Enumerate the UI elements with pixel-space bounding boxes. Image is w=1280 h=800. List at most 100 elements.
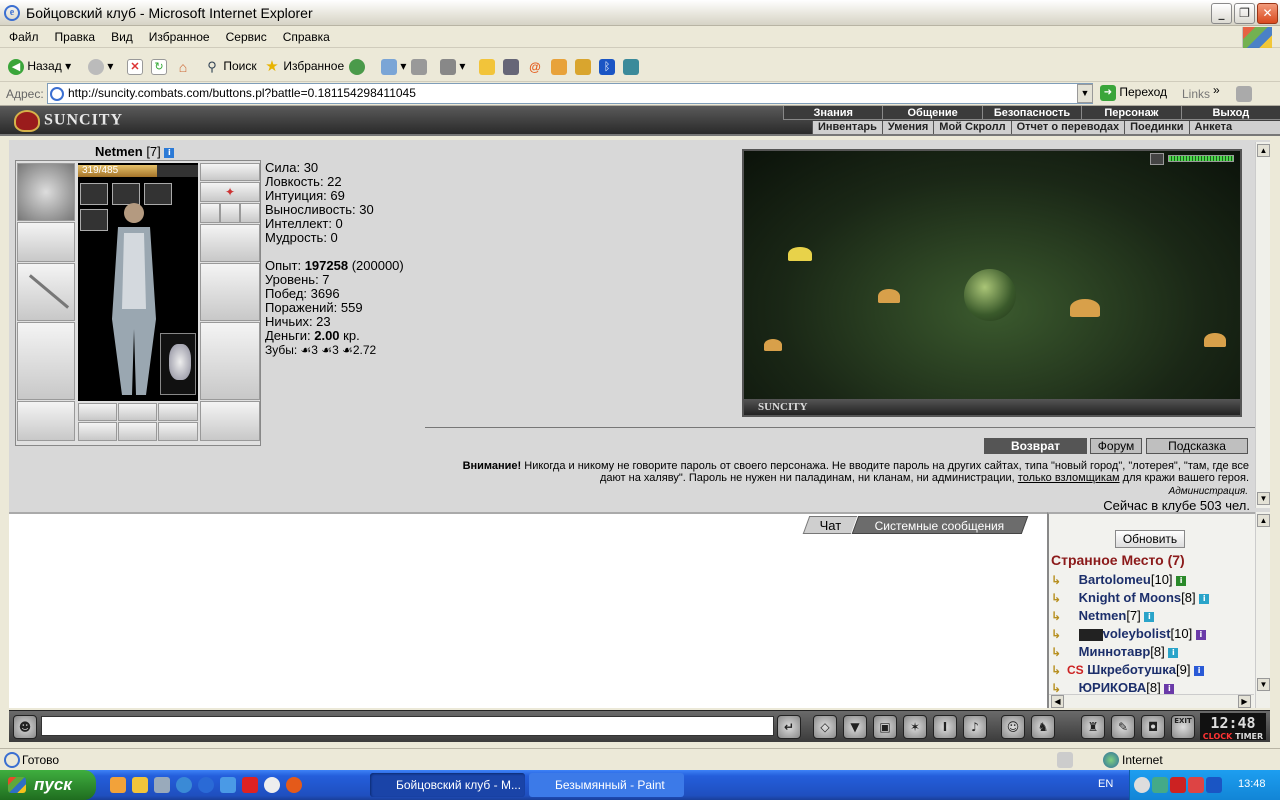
scroll-slot-5[interactable]	[118, 422, 157, 441]
mail-button[interactable]: ▾	[381, 55, 406, 77]
map-icon[interactable]: ✎	[1111, 715, 1135, 739]
crystal-orb[interactable]	[964, 269, 1016, 321]
tray-icon[interactable]	[1134, 777, 1150, 793]
close-button[interactable]: ✕	[1257, 3, 1278, 24]
helmet-slot[interactable]	[17, 163, 75, 221]
nav-duels[interactable]: Поединки	[1124, 121, 1188, 134]
nav-my-scroll[interactable]: Мой Скролл	[933, 121, 1010, 134]
favorites-button[interactable]: ★ Избранное	[264, 55, 344, 77]
nav-character[interactable]: Персонаж	[1081, 106, 1180, 119]
task-paint[interactable]: Безымянный - Paint	[529, 773, 684, 797]
bluetooth-tray-icon[interactable]	[1206, 777, 1222, 793]
print-button[interactable]	[411, 55, 427, 77]
private-arrow-icon[interactable]: ↳	[1051, 663, 1067, 677]
amulet-slot[interactable]: ✦	[200, 182, 260, 202]
tool-button-3[interactable]	[623, 55, 639, 77]
bluetooth-button[interactable]: ᛒ	[599, 55, 615, 77]
tab-chat[interactable]: Чат	[802, 516, 858, 534]
tab-system-messages[interactable]: Системные сообщения	[851, 516, 1029, 534]
ring-slot-2[interactable]	[220, 203, 240, 223]
fight-icon[interactable]: ✶	[903, 715, 927, 739]
nav-knowledge[interactable]: Знания	[783, 106, 882, 119]
translit-icon[interactable]: Ⅰ	[933, 715, 957, 739]
users-hscrollbar[interactable]: ◀ ▶	[1049, 694, 1254, 708]
nav-inventory[interactable]: Инвентарь	[812, 121, 882, 134]
nav-security[interactable]: Безопасность	[981, 106, 1081, 119]
pet-slot[interactable]	[160, 333, 196, 395]
home-button[interactable]: ⌂	[175, 55, 191, 77]
buff-slot-4[interactable]	[80, 209, 108, 231]
maximize-button[interactable]: ❐	[1234, 3, 1255, 24]
ring-slot-3[interactable]	[240, 203, 260, 223]
lock-icon[interactable]: ◘	[1141, 715, 1165, 739]
tray-icon[interactable]	[1152, 777, 1168, 793]
private-arrow-icon[interactable]: ↳	[1051, 645, 1075, 659]
edit-button[interactable]: ▾	[440, 55, 465, 77]
start-button[interactable]: пуск	[0, 770, 96, 800]
nav-communication[interactable]: Общение	[882, 106, 981, 119]
weapon-slot[interactable]	[17, 263, 75, 321]
quicklaunch-icon[interactable]	[220, 777, 236, 793]
sound-icon[interactable]: ♪	[963, 715, 987, 739]
bag-icon[interactable]: ♜	[1081, 715, 1105, 739]
info-icon[interactable]: i	[1168, 647, 1179, 658]
links-chevron-icon[interactable]: »	[1213, 83, 1220, 97]
bracers-slot[interactable]	[17, 222, 75, 262]
scroll-up-icon[interactable]: ▲	[1257, 144, 1270, 157]
back-button[interactable]: ◀ Назад ▾	[8, 55, 71, 77]
quicklaunch-icon[interactable]	[176, 777, 192, 793]
ie-quicklaunch-icon[interactable]	[198, 777, 214, 793]
menu-favorites[interactable]: Избранное	[140, 26, 217, 44]
private-arrow-icon[interactable]: ↳	[1051, 573, 1075, 587]
scroll-slot-1[interactable]	[78, 403, 117, 421]
hint-button[interactable]: Подсказка	[1146, 438, 1248, 454]
quicklaunch-icon[interactable]	[286, 777, 302, 793]
send-icon[interactable]: ↵	[777, 715, 801, 739]
private-arrow-icon[interactable]: ↳	[1051, 591, 1075, 605]
belt-slot[interactable]	[17, 401, 75, 441]
user-row[interactable]: ↳ Knight of Moons[8] i	[1051, 590, 1210, 608]
user-row[interactable]: ↳ CS Шкреботушка[9] i	[1051, 662, 1205, 680]
menu-help[interactable]: Справка	[274, 26, 337, 44]
earring-slot[interactable]	[200, 163, 260, 181]
nav-exit[interactable]: Выход	[1180, 106, 1280, 119]
main-scrollbar[interactable]: ▲ ▼	[1255, 142, 1270, 508]
nav-transfer-report[interactable]: Отчет о переводах	[1010, 121, 1125, 134]
scroll-slot-4[interactable]	[78, 422, 117, 441]
scroll-down-icon[interactable]: ▼	[1257, 492, 1270, 505]
stop-button[interactable]: ✕	[127, 55, 143, 77]
tool-button-2[interactable]	[575, 55, 591, 77]
character-name[interactable]: Netmen [7] i	[95, 144, 175, 159]
armor-slot[interactable]	[17, 322, 75, 400]
tray-icon[interactable]	[1188, 777, 1204, 793]
ring-slot-1[interactable]	[200, 203, 220, 223]
menu-tools[interactable]: Сервис	[217, 26, 274, 44]
legs-slot[interactable]	[200, 322, 260, 400]
user-row[interactable]: ↳ Миннотавр[8] i	[1051, 644, 1179, 662]
scroll-slot-6[interactable]	[158, 422, 198, 441]
info-icon[interactable]: i	[1199, 593, 1210, 604]
scene-refresh-icon[interactable]	[1150, 153, 1164, 165]
exit-button[interactable]: EXIT	[1171, 715, 1195, 739]
scroll-up-icon[interactable]: ▲	[1257, 514, 1270, 527]
chat-input[interactable]	[41, 716, 774, 736]
go-button[interactable]: ➜ Переход	[1100, 85, 1167, 101]
history-button[interactable]	[349, 55, 365, 77]
private-arrow-icon[interactable]: ↳	[1051, 627, 1075, 641]
private-arrow-icon[interactable]: ↳	[1051, 609, 1075, 623]
scroll-slot-3[interactable]	[158, 403, 198, 421]
shield-slot[interactable]	[200, 263, 260, 321]
privacy-icon[interactable]	[1057, 752, 1073, 768]
timer-label[interactable]: TIMER	[1235, 732, 1263, 741]
save-log-icon[interactable]: ▣	[873, 715, 897, 739]
address-dropdown[interactable]: ▼	[1077, 84, 1093, 103]
language-indicator[interactable]: EN	[1098, 778, 1113, 790]
return-button[interactable]: Возврат	[984, 438, 1087, 454]
eraser-icon[interactable]: ◇	[813, 715, 837, 739]
quicklaunch-icon[interactable]	[264, 777, 280, 793]
forum-button[interactable]: Форум	[1090, 438, 1142, 454]
smiley-icon[interactable]: ☺	[1001, 715, 1025, 739]
extension-icon[interactable]	[1236, 86, 1252, 102]
links-label[interactable]: Links	[1182, 87, 1210, 101]
quicklaunch-icon[interactable]	[132, 777, 148, 793]
